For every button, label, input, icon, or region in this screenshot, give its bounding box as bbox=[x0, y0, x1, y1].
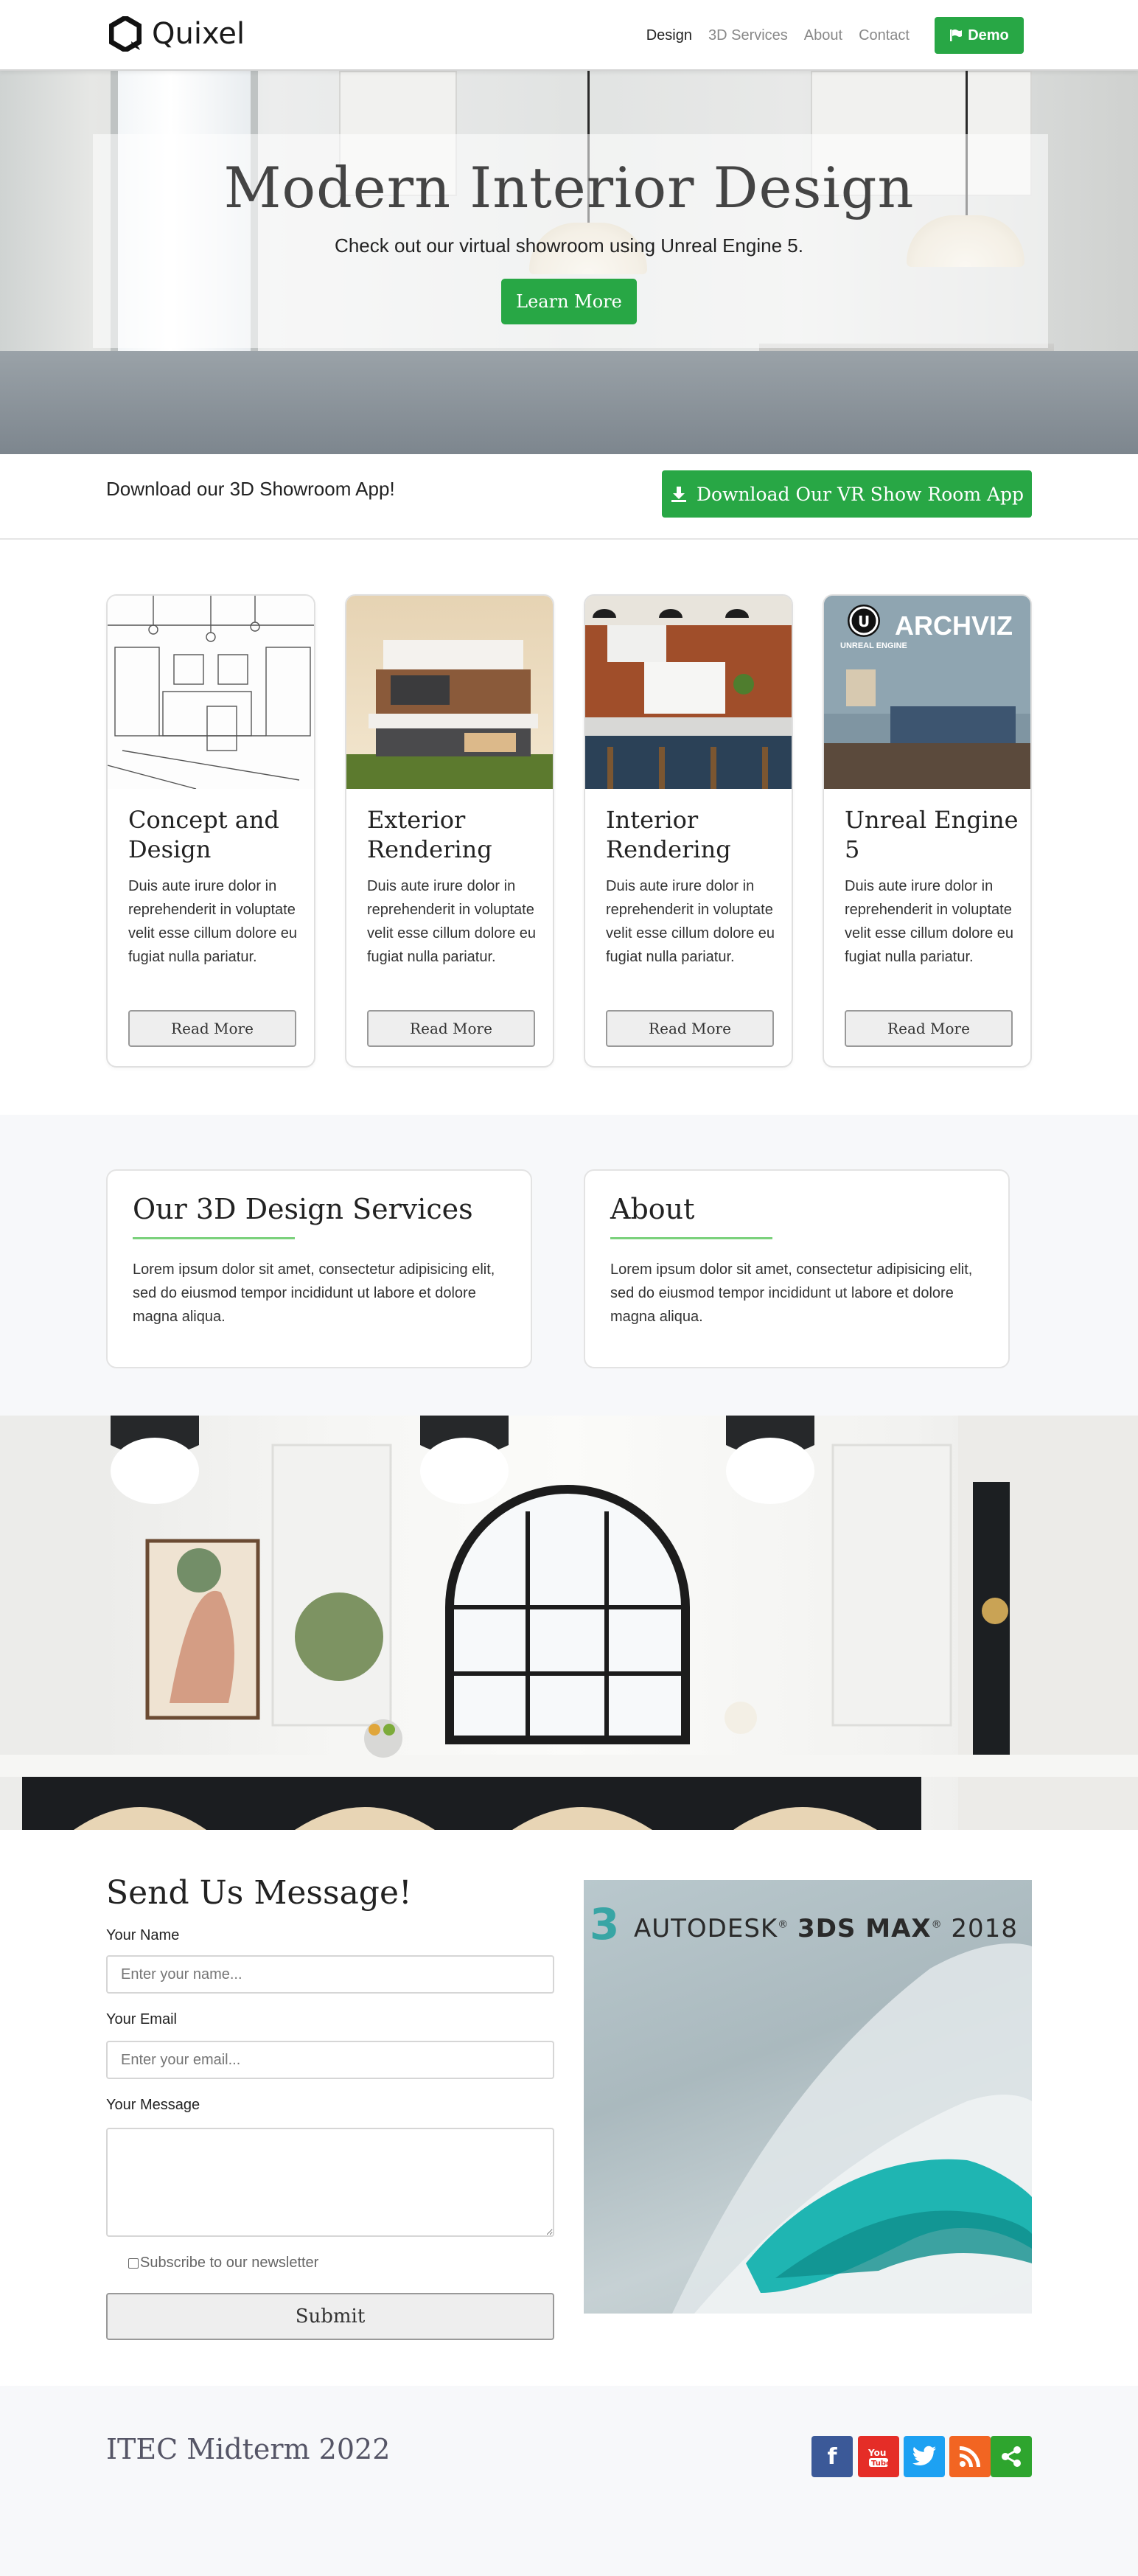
facebook-icon[interactable]: f bbox=[811, 2436, 853, 2477]
kitchen-photo bbox=[0, 1416, 1138, 1830]
card-image-concept-sketch bbox=[108, 596, 314, 789]
demo-label: Demo bbox=[968, 27, 1009, 43]
hero-subtitle: Check out our virtual showroom using Unr… bbox=[335, 234, 803, 257]
twitter-icon[interactable] bbox=[904, 2436, 945, 2477]
newsletter-option[interactable]: Subscribe to our newsletter bbox=[128, 2255, 318, 2272]
services-title: Our 3D Design Services bbox=[133, 1193, 473, 1225]
archviz-label: ARCHVIZ bbox=[895, 610, 1013, 641]
ad-product: 3DS MAX bbox=[797, 1914, 932, 1943]
download-app-label: Download Our VR Show Room App bbox=[696, 483, 1024, 505]
rss-icon[interactable] bbox=[949, 2436, 991, 2477]
ad-caption: AUTODESK® 3DS MAX® 2018 bbox=[634, 1914, 1018, 1943]
card-interior: Interior Rendering Duis aute irure dolor… bbox=[584, 594, 793, 1068]
svg-text:Tube: Tube bbox=[871, 2460, 891, 2468]
flag-icon bbox=[950, 29, 963, 41]
about-body: Lorem ipsum dolor sit amet, consectetur … bbox=[610, 1261, 973, 1325]
3ds-max-ad-image: 3 AUTODESK® 3DS MAX® 2018 bbox=[584, 1880, 1032, 2314]
demo-button[interactable]: Demo bbox=[935, 17, 1024, 54]
card-title: Interior Rendering bbox=[606, 806, 731, 863]
name-label: Your Name bbox=[106, 1927, 180, 1943]
card-unreal: U UNREAL ENGINE ARCHVIZ Unreal Engine 5 … bbox=[823, 594, 1032, 1068]
card-body: Duis aute irure dolor in reprehenderit i… bbox=[367, 878, 536, 965]
card-body: Duis aute irure dolor in reprehenderit i… bbox=[128, 878, 297, 965]
read-more-button[interactable]: Read More bbox=[606, 1010, 774, 1047]
brand-logo[interactable]: Quixel bbox=[109, 16, 245, 52]
title-underline bbox=[610, 1237, 772, 1239]
hero-counter-decor bbox=[0, 351, 1138, 454]
email-label: Your Email bbox=[106, 2011, 177, 2027]
card-image-exterior-house bbox=[346, 596, 553, 789]
message-textarea[interactable] bbox=[106, 2128, 554, 2237]
message-label: Your Message bbox=[106, 2097, 200, 2113]
svg-text:You: You bbox=[868, 2448, 886, 2458]
footer-title: ITEC Midterm 2022 bbox=[106, 2433, 391, 2465]
footer bbox=[0, 2386, 1138, 2576]
youtube-icon[interactable]: You Tube bbox=[858, 2436, 899, 2477]
download-app-button[interactable]: Download Our VR Show Room App bbox=[662, 470, 1032, 518]
svg-text:U: U bbox=[858, 613, 870, 630]
divider bbox=[0, 538, 1138, 540]
main-nav: Design 3D Services About Contact bbox=[646, 0, 910, 71]
nav-about[interactable]: About bbox=[804, 27, 842, 44]
share-icon[interactable] bbox=[991, 2436, 1032, 2477]
card-body: Duis aute irure dolor in reprehenderit i… bbox=[606, 878, 775, 965]
services-box: Our 3D Design Services Lorem ipsum dolor… bbox=[106, 1169, 532, 1368]
hero-title: Modern Interior Design bbox=[223, 155, 915, 220]
newsletter-checkbox[interactable] bbox=[128, 2258, 139, 2269]
svg-text:3: 3 bbox=[590, 1899, 619, 1949]
read-more-button[interactable]: Read More bbox=[367, 1010, 535, 1047]
download-icon bbox=[671, 487, 686, 502]
ad-year: 2018 bbox=[951, 1914, 1018, 1943]
card-body: Duis aute irure dolor in reprehenderit i… bbox=[845, 878, 1013, 965]
quixel-logo-icon bbox=[109, 16, 142, 52]
form-title: Send Us Message! bbox=[106, 1874, 412, 1912]
ad-brand: AUTODESK bbox=[634, 1914, 778, 1943]
brand-name: Quixel bbox=[152, 17, 245, 51]
download-text: Download our 3D Showroom App! bbox=[106, 478, 395, 500]
read-more-button[interactable]: Read More bbox=[845, 1010, 1013, 1047]
title-underline bbox=[133, 1237, 295, 1239]
nav-contact[interactable]: Contact bbox=[859, 27, 910, 44]
services-body: Lorem ipsum dolor sit amet, consectetur … bbox=[133, 1261, 495, 1325]
card-title: Unreal Engine 5 bbox=[845, 806, 1019, 863]
unreal-engine-logo-text: UNREAL ENGINE bbox=[840, 641, 907, 650]
email-input[interactable] bbox=[106, 2041, 554, 2079]
card-image-unreal-archviz: U UNREAL ENGINE ARCHVIZ bbox=[824, 596, 1030, 789]
hero-section: Modern Interior Design Check out our vir… bbox=[0, 71, 1138, 454]
card-concept: Concept and Design Duis aute irure dolor… bbox=[106, 594, 315, 1068]
submit-button[interactable]: Submit bbox=[106, 2293, 554, 2340]
newsletter-label: Subscribe to our newsletter bbox=[140, 2255, 319, 2271]
card-title: Concept and Design bbox=[128, 806, 279, 863]
read-more-button[interactable]: Read More bbox=[128, 1010, 296, 1047]
about-box: About Lorem ipsum dolor sit amet, consec… bbox=[584, 1169, 1010, 1368]
card-exterior: Exterior Rendering Duis aute irure dolor… bbox=[345, 594, 554, 1068]
card-title: Exterior Rendering bbox=[367, 806, 492, 863]
about-title: About bbox=[610, 1193, 695, 1225]
nav-design[interactable]: Design bbox=[646, 27, 692, 44]
card-image-interior-kitchen bbox=[585, 596, 792, 789]
navbar: Quixel Design 3D Services About Contact … bbox=[0, 0, 1138, 71]
learn-more-button[interactable]: Learn More bbox=[501, 279, 637, 324]
nav-3d-services[interactable]: 3D Services bbox=[708, 27, 788, 44]
name-input[interactable] bbox=[106, 1955, 554, 1994]
